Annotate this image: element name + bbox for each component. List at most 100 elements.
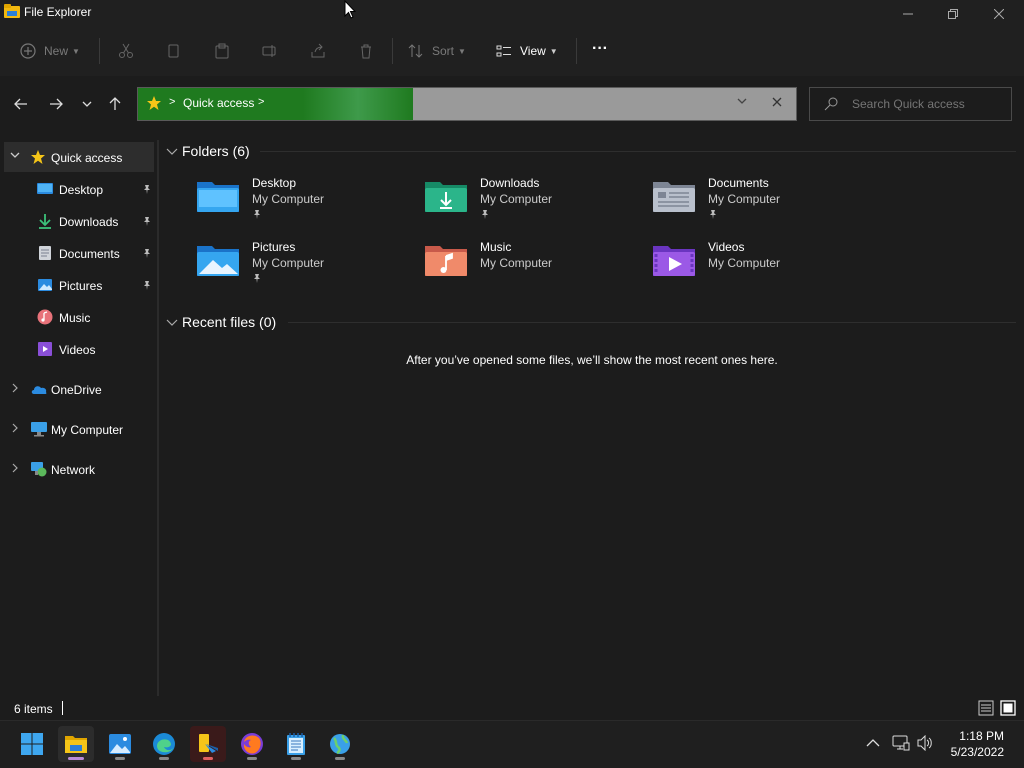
folder-location: My Computer — [252, 192, 325, 206]
start-button[interactable] — [14, 726, 50, 762]
breadcrumb-chevron-icon[interactable]: > — [169, 96, 175, 108]
globe-network-icon — [330, 734, 350, 755]
taskbar-network-app[interactable] — [322, 726, 358, 762]
sort-icon — [408, 44, 423, 58]
taskbar-edge[interactable] — [146, 726, 182, 762]
clipboard-icon — [215, 43, 229, 59]
clock-time[interactable]: 1:18 PM — [944, 729, 1004, 743]
taskbar-photos[interactable] — [102, 726, 138, 762]
taskbar-file-explorer[interactable] — [58, 726, 94, 762]
pin-icon — [252, 208, 262, 222]
edge-browser-icon — [153, 733, 175, 755]
running-indicator — [291, 757, 301, 760]
sidebar-item-quick-access[interactable]: Quick access — [4, 142, 154, 172]
toolbar-divider — [99, 38, 100, 64]
back-button[interactable] — [11, 94, 31, 114]
breadcrumb-chevron-icon[interactable]: > — [258, 96, 264, 108]
chevron-down-icon: ▼ — [549, 46, 558, 56]
sidebar-item-documents[interactable]: Documents — [4, 238, 154, 268]
section-divider — [288, 322, 1016, 323]
running-indicator — [115, 757, 125, 760]
chevron-down-icon: ▼ — [72, 46, 80, 56]
chevron-right-icon[interactable] — [10, 423, 20, 436]
volume-button[interactable] — [917, 734, 935, 754]
search-input[interactable] — [850, 96, 1010, 112]
taskbar-notepad[interactable] — [278, 726, 314, 762]
large-icons-view-button[interactable] — [1000, 700, 1016, 719]
pane-splitter[interactable] — [157, 140, 159, 696]
sidebar-item-pictures[interactable]: Pictures — [4, 270, 154, 300]
clock-date[interactable]: 5/23/2022 — [944, 745, 1004, 759]
folder-name: Videos — [708, 240, 745, 254]
view-button[interactable]: View ▼ — [496, 40, 558, 62]
sidebar-item-onedrive[interactable]: OneDrive — [4, 374, 154, 404]
sort-label: Sort — [432, 44, 455, 58]
recent-files-section-header[interactable]: Recent files (0) — [166, 314, 276, 330]
sort-button[interactable]: Sort ▼ — [408, 40, 466, 62]
desktop-icon — [37, 181, 53, 197]
folder-tile-videos[interactable]: Videos My Computer — [652, 240, 852, 292]
sidebar-item-network[interactable]: Network — [4, 454, 154, 484]
pictures-icon — [37, 277, 53, 293]
more-options-button[interactable]: ··· — [592, 38, 608, 60]
copy-button[interactable] — [166, 40, 182, 62]
close-button[interactable] — [976, 0, 1022, 28]
recent-locations-button[interactable] — [77, 94, 97, 114]
attention-indicator — [203, 757, 213, 760]
sidebar-item-downloads[interactable]: Downloads — [4, 206, 154, 236]
details-view-button[interactable] — [978, 700, 994, 719]
network-status-button[interactable] — [892, 735, 910, 754]
paste-button[interactable] — [214, 40, 230, 62]
breadcrumb-quick-access[interactable]: Quick access — [183, 96, 254, 110]
delete-button[interactable] — [358, 40, 374, 62]
address-clear-button[interactable] — [772, 95, 782, 110]
share-button[interactable] — [310, 40, 326, 62]
search-box[interactable] — [809, 87, 1012, 121]
folder-tile-documents[interactable]: Documents My Computer — [652, 176, 852, 228]
more-icon: ··· — [592, 40, 608, 57]
chevron-right-icon[interactable] — [10, 383, 20, 396]
restore-button[interactable] — [930, 0, 976, 28]
taskbar-app-highlighted[interactable] — [190, 726, 226, 762]
folders-section-header[interactable]: Folders (6) — [166, 143, 250, 159]
folder-tile-pictures[interactable]: Pictures My Computer — [196, 240, 396, 292]
taskbar-firefox[interactable] — [234, 726, 270, 762]
chevron-down-icon: ▼ — [458, 46, 466, 56]
photos-icon — [109, 734, 131, 754]
running-indicator — [335, 757, 345, 760]
new-button[interactable]: New ▼ — [20, 40, 80, 62]
pin-icon — [708, 208, 718, 222]
cut-button[interactable] — [118, 40, 134, 62]
view-label: View — [520, 44, 546, 58]
onedrive-cloud-icon — [30, 382, 48, 399]
sidebar-item-label: OneDrive — [51, 383, 102, 397]
folder-tile-music[interactable]: Music My Computer — [424, 240, 624, 292]
forward-button[interactable] — [46, 94, 66, 114]
chevron-right-icon[interactable] — [10, 463, 20, 476]
window-title: File Explorer — [24, 5, 92, 19]
sidebar-item-desktop[interactable]: Desktop — [4, 174, 154, 204]
folder-tile-desktop[interactable]: Desktop My Computer — [196, 176, 396, 228]
videos-icon — [37, 341, 53, 357]
minimize-button[interactable] — [885, 0, 931, 28]
document-icon — [37, 245, 53, 261]
new-label: New — [44, 44, 69, 58]
copy-icon — [168, 44, 179, 58]
show-hidden-icons-button[interactable] — [866, 737, 880, 751]
network-monitor-icon — [892, 735, 910, 751]
close-icon — [772, 97, 782, 107]
folder-name: Pictures — [252, 240, 296, 254]
rename-button[interactable] — [262, 40, 278, 62]
sidebar-item-label: Music — [59, 311, 91, 325]
folder-location: My Computer — [252, 256, 325, 270]
firefox-icon — [241, 733, 263, 755]
up-button[interactable] — [105, 94, 125, 114]
sidebar-item-music[interactable]: Music — [4, 302, 154, 332]
sidebar-item-videos[interactable]: Videos — [4, 334, 154, 364]
sidebar-item-my-computer[interactable]: My Computer — [4, 414, 154, 444]
sidebar-item-label: Pictures — [59, 279, 103, 293]
folder-tile-downloads[interactable]: Downloads My Computer — [424, 176, 624, 228]
arrow-left-icon — [14, 98, 27, 110]
chevron-down-icon[interactable] — [10, 150, 20, 163]
address-dropdown-button[interactable] — [737, 96, 747, 109]
